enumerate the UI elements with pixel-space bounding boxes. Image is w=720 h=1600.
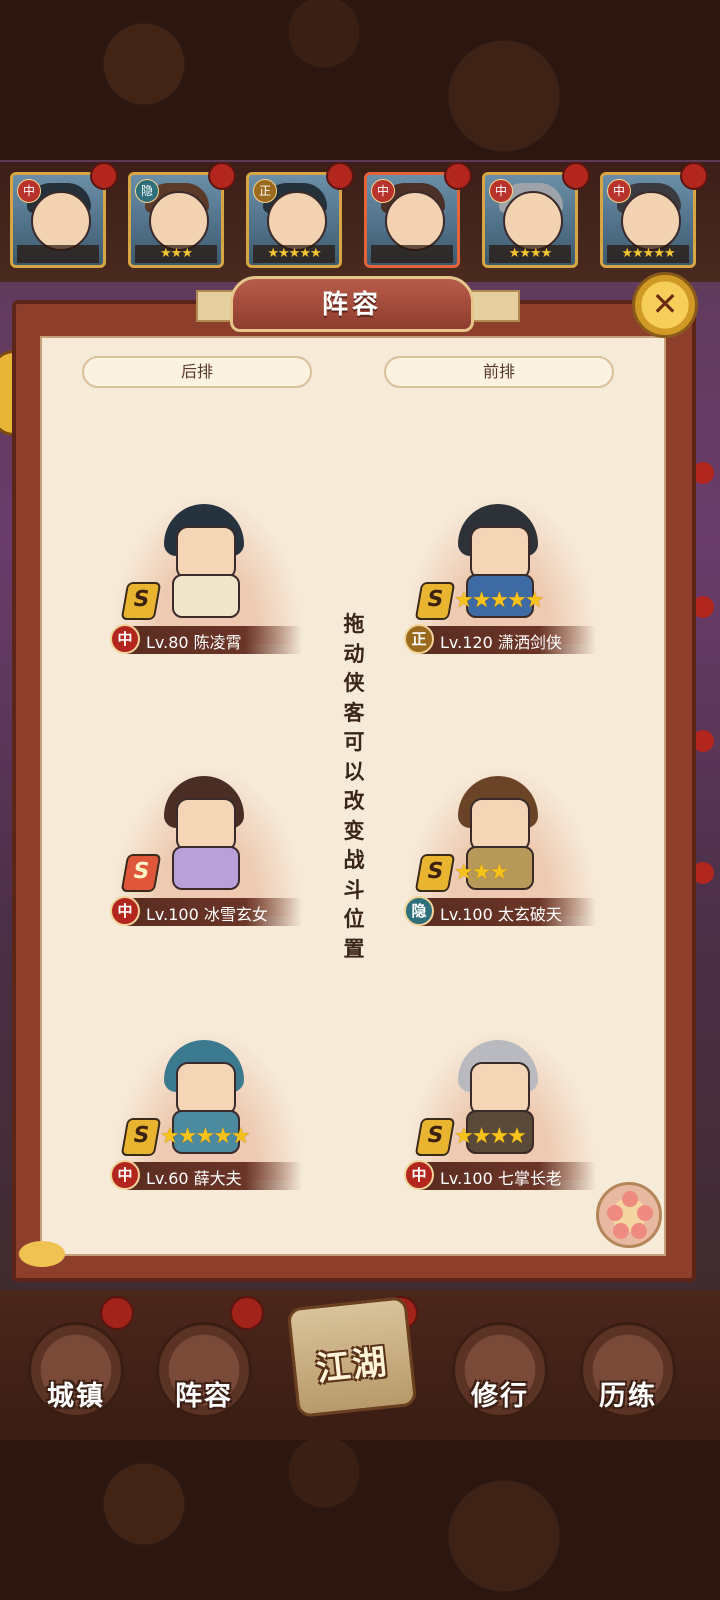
notification-dot xyxy=(230,1296,264,1330)
roster-hero-2[interactable]: 隐 ★★★ xyxy=(128,172,224,268)
nav-town-label: 城镇 xyxy=(47,1381,105,1412)
hero-level-name: Lv.120 潇洒剑侠 xyxy=(440,633,562,652)
faction-badge: 隐 xyxy=(135,179,159,203)
hero-sprite xyxy=(154,776,254,890)
hero-card-front-1[interactable]: S ★★★★★ 正 Lv.120 潇洒剑侠 xyxy=(386,464,616,664)
faction-badge: 中 xyxy=(110,624,140,654)
faction-badge: 中 xyxy=(110,1160,140,1190)
grade-badge: S xyxy=(120,854,162,892)
hero-level-name: Lv.80 陈凌霄 xyxy=(146,633,242,652)
notification-dot xyxy=(562,162,590,190)
hero-portrait xyxy=(267,191,327,251)
hero-level-name: Lv.100 冰雪玄女 xyxy=(146,905,268,924)
cloud-ornament-icon xyxy=(10,1236,74,1272)
hero-card-back-3[interactable]: S ★★★★★ 中 Lv.60 薛大夫 xyxy=(92,1000,322,1200)
hero-card-front-3[interactable]: S ★★★★ 中 Lv.100 七掌长老 xyxy=(386,1000,616,1200)
faction-badge: 中 xyxy=(607,179,631,203)
notification-dot xyxy=(444,162,472,190)
hero-portrait xyxy=(503,191,563,251)
top-background xyxy=(0,0,720,160)
hero-portrait xyxy=(149,191,209,251)
grade-badge: S xyxy=(120,1118,162,1156)
grade-badge: S xyxy=(414,1118,456,1156)
notification-dot xyxy=(326,162,354,190)
star-rating: ★★★★ xyxy=(489,245,571,263)
notification-dot xyxy=(100,1296,134,1330)
roster-hero-3[interactable]: 正 ★★★★★ xyxy=(246,172,342,268)
back-row-header: 后排 xyxy=(82,356,312,388)
notification-dot xyxy=(680,162,708,190)
hero-card-back-1[interactable]: S 中 Lv.80 陈凌霄 xyxy=(92,464,322,664)
roster-hero-1[interactable]: 中 xyxy=(10,172,106,268)
star-rating: ★★★★★ xyxy=(607,245,689,263)
nav-training-label: 历练 xyxy=(599,1381,657,1412)
front-row-header: 前排 xyxy=(384,356,614,388)
hero-level-name: Lv.60 薛大夫 xyxy=(146,1169,242,1188)
bottom-background xyxy=(0,1440,720,1600)
grade-badge: S xyxy=(414,582,456,620)
faction-badge: 隐 xyxy=(404,896,434,926)
notification-dot xyxy=(90,162,118,190)
star-rating: ★★★★★ xyxy=(253,245,335,263)
faction-badge: 中 xyxy=(110,896,140,926)
hero-card-front-2[interactable]: S ★★★ 隐 Lv.100 太玄破天 xyxy=(386,736,616,936)
hero-card-back-2[interactable]: S 中 Lv.100 冰雪玄女 xyxy=(92,736,322,936)
nav-formation-label: 阵容 xyxy=(175,1381,233,1412)
star-rating: ★★★★ xyxy=(454,1124,527,1149)
faction-badge: 中 xyxy=(371,179,395,203)
hero-portrait xyxy=(31,191,91,251)
star-rating: ★★★ xyxy=(454,860,509,885)
hero-level-name: Lv.100 七掌长老 xyxy=(440,1169,562,1188)
grade-badge: S xyxy=(414,854,456,892)
roster-hero-4[interactable]: 中 xyxy=(364,172,460,268)
faction-badge: 正 xyxy=(253,179,277,203)
roster-hero-5[interactable]: 中 ★★★★ xyxy=(482,172,578,268)
hero-portrait xyxy=(385,191,445,251)
faction-badge: 中 xyxy=(17,179,41,203)
star-rating xyxy=(371,245,453,263)
close-button[interactable]: ✕ xyxy=(632,272,698,338)
star-rating: ★★★★★ xyxy=(454,588,545,613)
star-rating xyxy=(17,245,99,263)
hero-portrait xyxy=(621,191,681,251)
drag-hint-text: 拖动侠客可以改变战斗位置 xyxy=(343,612,365,961)
hero-level-name: Lv.100 太玄破天 xyxy=(440,905,562,924)
faction-badge: 中 xyxy=(404,1160,434,1190)
close-icon: ✕ xyxy=(651,285,679,323)
star-rating: ★★★ xyxy=(135,245,217,263)
nav-cultivation-label: 修行 xyxy=(471,1381,529,1412)
star-rating: ★★★★★ xyxy=(160,1124,251,1149)
hero-sprite xyxy=(154,504,254,618)
flower-emblem-icon[interactable] xyxy=(596,1182,662,1248)
dialog-title: 阵容 xyxy=(321,290,382,320)
faction-badge: 中 xyxy=(489,179,513,203)
notification-dot xyxy=(208,162,236,190)
grade-badge: S xyxy=(120,582,162,620)
roster-hero-6[interactable]: 中 ★★★★★ xyxy=(600,172,696,268)
faction-badge: 正 xyxy=(404,624,434,654)
